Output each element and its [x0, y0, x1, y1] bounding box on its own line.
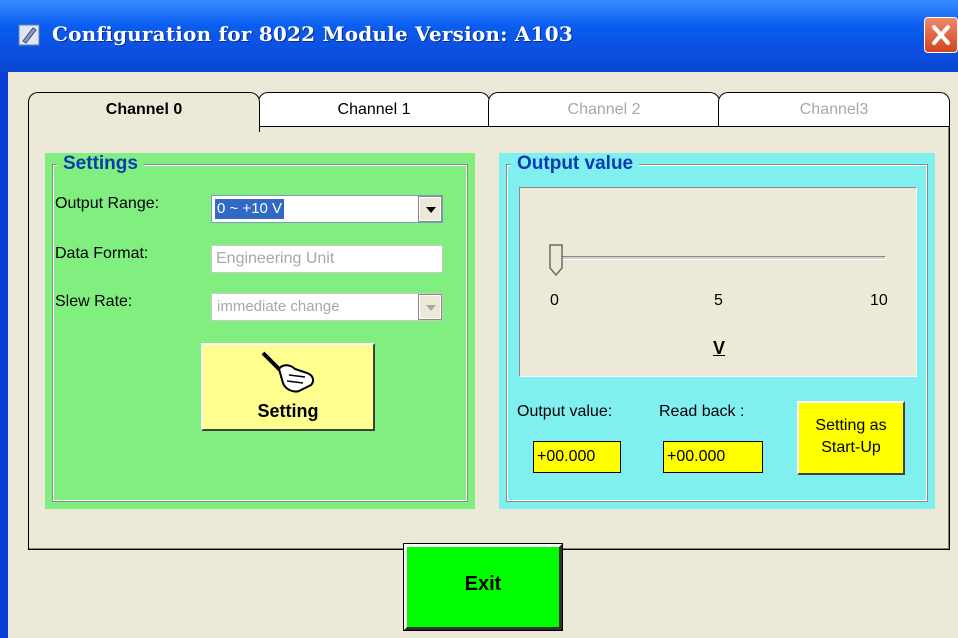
tab-label: Channel 0	[105, 101, 183, 118]
setting-as-startup-button[interactable]: Setting as Start-Up	[797, 401, 905, 475]
slew-rate-select: immediate change	[211, 293, 443, 321]
config-window: Configuration for 8022 Module Version: A…	[0, 0, 958, 638]
title-bar[interactable]: Configuration for 8022 Module Version: A…	[0, 0, 958, 72]
slider-track[interactable]	[554, 256, 886, 260]
slider-max-label: 10	[870, 292, 888, 309]
dropdown-arrow-icon	[418, 294, 442, 320]
unit-label: V	[712, 338, 725, 358]
tab-label: Channel 1	[337, 101, 411, 118]
output-range-select[interactable]: 0 ~ +10 V	[211, 195, 443, 223]
output-value-field[interactable]: +00.000	[533, 441, 621, 473]
tab-channel-0[interactable]: Channel 0	[28, 92, 260, 132]
setting-button-label: Setting	[257, 401, 319, 421]
tab-label: Channel 2	[567, 101, 641, 118]
output-group: Output value 0 5 10 V Output value: +00.…	[499, 153, 935, 509]
slider-min-label: 0	[550, 292, 559, 309]
output-group-title: Output value	[511, 153, 640, 175]
client-area: Channel 0 Channel 1 Channel 2 Channel3 S…	[8, 72, 958, 638]
read-back-field: +00.000	[663, 441, 763, 473]
settings-group: Settings Output Range: 0 ~ +10 V Data Fo…	[45, 153, 475, 509]
output-value-label: Output value:	[517, 403, 613, 420]
slew-rate-value: immediate change	[217, 298, 340, 315]
slider-thumb[interactable]	[549, 244, 563, 276]
read-back-label: Read back :	[659, 403, 745, 420]
tab-channel-1[interactable]: Channel 1	[258, 92, 490, 128]
tab-channel-2[interactable]: Channel 2	[488, 92, 720, 128]
slider-mid-label: 5	[714, 292, 723, 309]
data-format-field: Engineering Unit	[211, 245, 443, 273]
hand-pointer-icon	[261, 351, 315, 393]
settings-group-title: Settings	[57, 153, 144, 175]
startup-button-line2: Start-Up	[821, 439, 881, 456]
slider-panel: 0 5 10 V	[519, 187, 917, 377]
output-range-value: 0 ~ +10 V	[215, 199, 285, 219]
data-format-label: Data Format:	[55, 245, 149, 262]
dropdown-arrow-icon[interactable]	[418, 196, 442, 222]
tab-channel-3[interactable]: Channel3	[718, 92, 950, 128]
setting-button[interactable]: Setting	[201, 343, 375, 431]
tab-panel: Settings Output Range: 0 ~ +10 V Data Fo…	[28, 126, 950, 550]
channel-tabs: Channel 0 Channel 1 Channel 2 Channel3 S…	[28, 92, 950, 550]
tab-label: Channel3	[799, 101, 869, 118]
window-title: Configuration for 8022 Module Version: A…	[52, 22, 573, 46]
output-range-label: Output Range:	[55, 195, 160, 212]
close-button[interactable]	[924, 17, 958, 53]
startup-button-line1: Setting as	[815, 417, 887, 434]
app-icon	[18, 24, 40, 46]
close-icon	[932, 25, 950, 45]
slew-rate-label: Slew Rate:	[55, 293, 133, 310]
exit-button-label: Exit	[464, 573, 502, 595]
exit-button[interactable]: Exit	[403, 543, 563, 631]
